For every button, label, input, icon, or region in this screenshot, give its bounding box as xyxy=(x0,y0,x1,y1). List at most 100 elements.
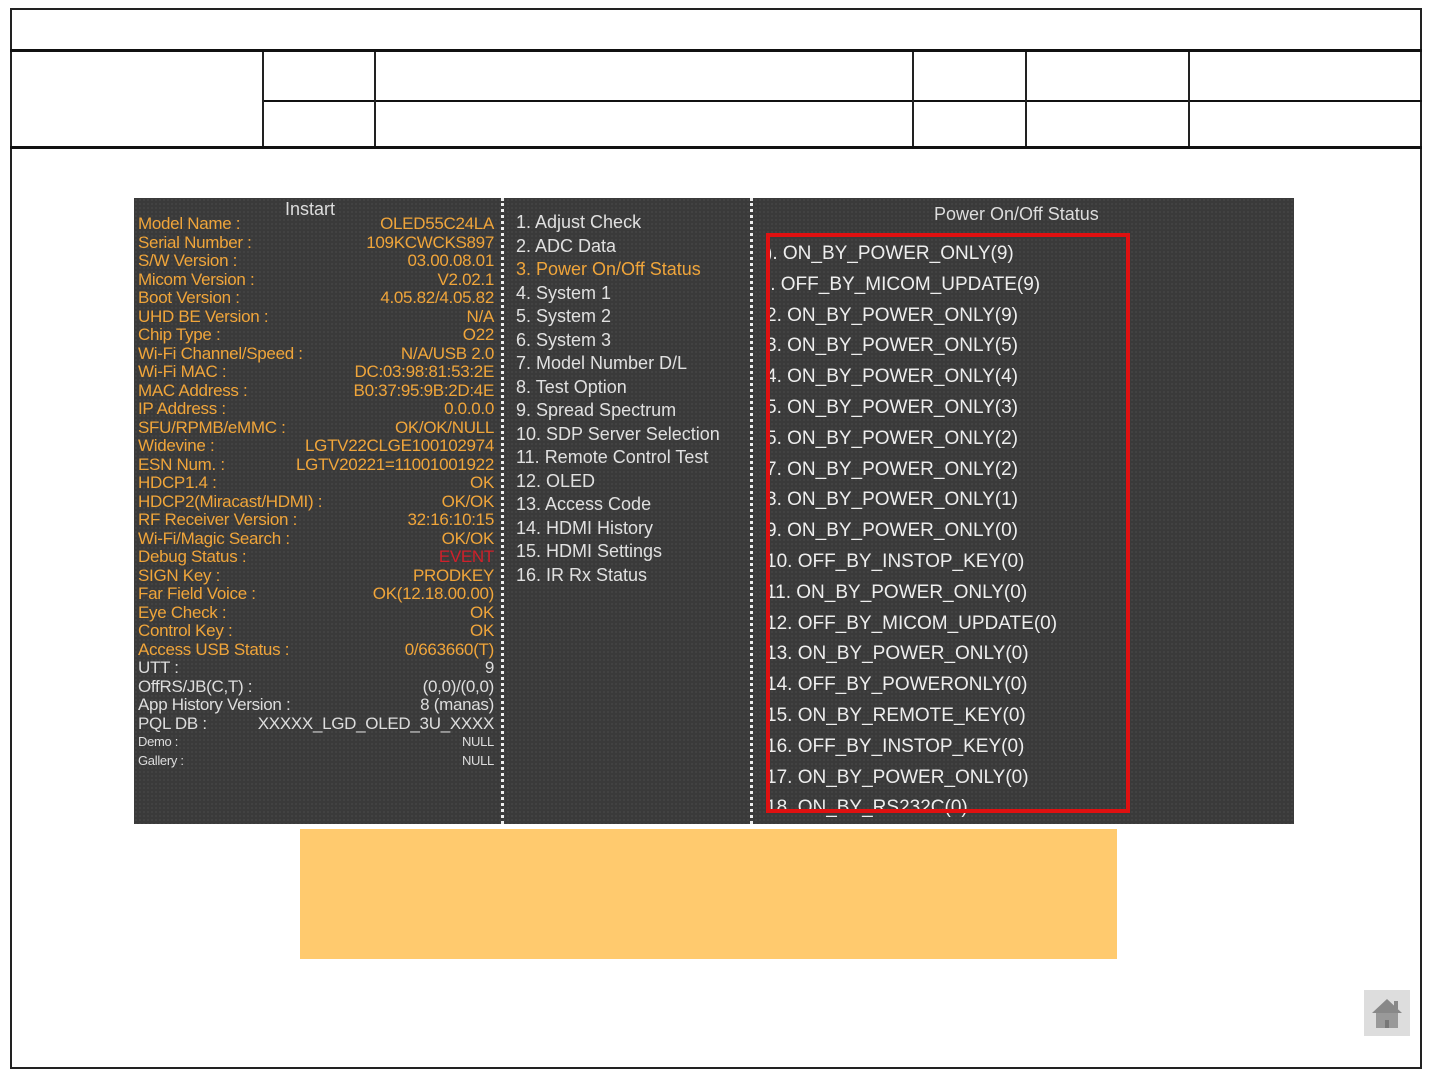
info-value: PRODKEY xyxy=(412,565,494,585)
info-label: SFU/RPMB/eMMC : xyxy=(138,417,286,437)
info-label: Control Key : xyxy=(138,621,233,640)
info-row: Far Field Voice : OK(12.18.00.00) xyxy=(138,584,494,603)
menu-item[interactable]: 1. Adjust Check xyxy=(516,212,641,233)
info-value: 9 xyxy=(484,658,494,677)
info-label: Chip Type : xyxy=(138,325,221,344)
menu-item[interactable]: 15. HDMI Settings xyxy=(516,541,662,562)
info-label: Far Field Voice : xyxy=(138,584,256,603)
info-value: (0,0)/(0,0) xyxy=(422,676,495,696)
info-row: ESN Num. : LGTV20221=11001001922 xyxy=(138,455,494,474)
info-value: O22 xyxy=(462,325,495,344)
info-row: RF Receiver Version : 32:16:10:15 xyxy=(138,510,494,529)
info-value: 4.05.82/4.05.82 xyxy=(380,288,494,307)
info-row: SIGN Key : PRODKEY xyxy=(138,566,494,585)
info-label: Widevine : xyxy=(138,436,215,455)
info-row: Control Key : OK xyxy=(138,621,494,640)
info-label: MAC Address : xyxy=(138,380,248,400)
info-row: Model Name : OLED55C24LA xyxy=(138,214,494,233)
info-label: IP Address : xyxy=(138,399,226,418)
info-row: S/W Version : 03.00.08.01 xyxy=(138,251,494,270)
info-row: Micom Version : V2.02.1 xyxy=(138,270,494,289)
info-value: 03.00.08.01 xyxy=(407,251,494,270)
info-value: OLED55C24LA xyxy=(380,214,494,233)
info-row: PQL DB : XXXXX_LGD_OLED_3U_XXXX xyxy=(138,714,494,733)
header-table-mid xyxy=(263,100,1422,102)
info-label: UTT : xyxy=(138,658,179,677)
menu-item[interactable]: 9. Spread Spectrum xyxy=(516,400,676,421)
info-label: HDCP2(Miracast/HDMI) : xyxy=(138,491,323,511)
header-divider xyxy=(10,49,1422,52)
info-value: V2.02.1 xyxy=(437,269,494,289)
menu-item[interactable]: 8. Test Option xyxy=(516,377,627,398)
info-label: PQL DB : xyxy=(138,713,207,733)
menu-item[interactable]: 2. ADC Data xyxy=(516,236,616,257)
menu-item[interactable]: 4. System 1 xyxy=(516,283,611,304)
info-row: HDCP2(Miracast/HDMI) : OK/OK xyxy=(138,492,494,511)
menu-item[interactable]: 12. OLED xyxy=(516,471,595,492)
info-row: Wi-Fi/Magic Search : OK/OK xyxy=(138,529,494,548)
header-col-line xyxy=(1188,52,1190,146)
menu-item[interactable]: 5. System 2 xyxy=(516,306,611,327)
header-col-line xyxy=(912,52,914,146)
info-value: DC:03:98:81:53:2E xyxy=(354,362,495,381)
info-label: App History Version : xyxy=(138,695,291,714)
column-divider xyxy=(750,198,753,824)
info-value: XXXXX_LGD_OLED_3U_XXXX xyxy=(257,713,495,733)
info-row: UTT : 9 xyxy=(138,658,494,677)
info-row: OffRS/JB(C,T) : (0,0)/(0,0) xyxy=(138,677,494,696)
info-label: OffRS/JB(C,T) : xyxy=(138,676,253,696)
info-row: App History Version : 8 (manas) xyxy=(138,695,494,714)
info-value: N/A xyxy=(466,306,495,326)
info-value: OK(12.18.00.00) xyxy=(372,584,495,603)
info-label: Gallery : xyxy=(138,752,184,768)
info-row: Gallery : NULL xyxy=(138,751,494,770)
home-button[interactable] xyxy=(1364,990,1410,1036)
menu-item[interactable]: 11. Remote Control Test xyxy=(516,447,708,468)
info-value: OK/OK xyxy=(441,491,495,511)
menu-item[interactable]: 16. IR Rx Status xyxy=(516,565,647,586)
info-value: EVENT xyxy=(438,547,494,566)
info-row: Wi-Fi Channel/Speed : N/A/USB 2.0 xyxy=(138,344,494,363)
note-box xyxy=(300,829,1117,959)
menu-item[interactable]: 3. Power On/Off Status xyxy=(516,259,701,280)
menu-item[interactable]: 10. SDP Server Selection xyxy=(516,424,720,445)
info-value: 109KCWCKS897 xyxy=(366,232,494,252)
info-label: Serial Number : xyxy=(138,232,252,252)
info-label: Eye Check : xyxy=(138,602,227,622)
info-value: 32:16:10:15 xyxy=(407,510,494,529)
info-value: OK xyxy=(470,621,494,640)
info-value: NULL xyxy=(461,734,494,749)
info-value: OK xyxy=(470,602,494,622)
info-label: Demo : xyxy=(138,734,179,749)
info-label: Wi-Fi/Magic Search : xyxy=(138,528,290,548)
info-row: Serial Number : 109KCWCKS897 xyxy=(138,233,494,252)
info-row: MAC Address : B0:37:95:9B:2D:4E xyxy=(138,381,494,400)
menu-item[interactable]: 6. System 3 xyxy=(516,330,611,351)
info-label: Wi-Fi MAC : xyxy=(138,362,227,381)
info-row: Eye Check : OK xyxy=(138,603,494,622)
menu-item[interactable]: 7. Model Number D/L xyxy=(516,353,687,374)
info-label: HDCP1.4 : xyxy=(138,473,217,492)
info-value: B0:37:95:9B:2D:4E xyxy=(353,380,495,400)
info-value: 0.0.0.0 xyxy=(444,399,494,418)
menu-item[interactable]: 13. Access Code xyxy=(516,494,651,515)
info-label: UHD BE Version : xyxy=(138,306,269,326)
header-table-bottom xyxy=(10,146,1422,149)
status-title: Power On/Off Status xyxy=(934,204,1099,224)
menu-item[interactable]: 14. HDMI History xyxy=(516,518,653,539)
info-row: UHD BE Version : N/A xyxy=(138,307,494,326)
info-value: 8 (manas) xyxy=(420,695,494,714)
info-label: RF Receiver Version : xyxy=(138,510,298,529)
info-value: OK/OK/NULL xyxy=(394,417,494,437)
info-label: Wi-Fi Channel/Speed : xyxy=(138,343,303,363)
info-row: SFU/RPMB/eMMC : OK/OK/NULL xyxy=(138,418,494,437)
info-label: Debug Status : xyxy=(138,547,247,566)
info-label: S/W Version : xyxy=(138,251,238,270)
info-label: SIGN Key : xyxy=(138,565,221,585)
info-row: HDCP1.4 : OK xyxy=(138,473,494,492)
info-value: OK/OK xyxy=(441,528,495,548)
info-label: Access USB Status : xyxy=(138,639,290,659)
info-value: OK xyxy=(470,473,494,492)
info-label: ESN Num. : xyxy=(138,454,225,474)
info-value: LGTV22CLGE100102974 xyxy=(305,436,494,455)
